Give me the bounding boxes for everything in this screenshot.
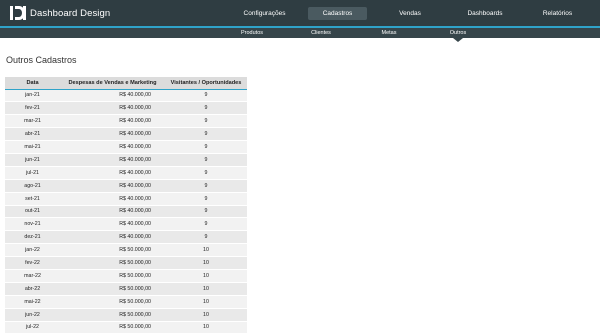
nav-item-cadastros[interactable]: Cadastros xyxy=(308,7,367,20)
table-row: nov-21 R$ 40.000,00 9 xyxy=(5,217,247,232)
cell-data[interactable]: mar-22 xyxy=(5,269,60,283)
table-header-row: Data Despesas de Vendas e Marketing Visi… xyxy=(5,77,247,90)
cell-data[interactable]: jan-21 xyxy=(5,89,60,103)
cell-visitantes[interactable]: 9 xyxy=(165,153,247,167)
cell-visitantes[interactable]: 9 xyxy=(165,179,247,193)
cell-despesas[interactable]: R$ 40.000,00 xyxy=(60,192,165,206)
nav-item-configuracoes[interactable]: Configurações xyxy=(232,7,297,20)
cell-visitantes[interactable]: 9 xyxy=(165,114,247,129)
cell-data[interactable]: jun-21 xyxy=(5,153,60,167)
cell-data[interactable]: mar-21 xyxy=(5,114,60,129)
cell-data[interactable]: abr-21 xyxy=(5,127,60,142)
table-row: dez-21 R$ 40.000,00 9 xyxy=(5,230,247,245)
cell-visitantes[interactable]: 9 xyxy=(165,127,247,142)
subnav-item-outros[interactable]: Outros xyxy=(446,29,470,37)
cell-despesas[interactable]: R$ 50.000,00 xyxy=(60,282,165,296)
table-row: mar-22 R$ 50.000,00 10 xyxy=(5,269,247,283)
column-header-data: Data xyxy=(5,77,60,90)
table-row: jun-21 R$ 40.000,00 9 xyxy=(5,153,247,167)
cell-data[interactable]: jan-22 xyxy=(5,243,60,258)
cell-despesas[interactable]: R$ 40.000,00 xyxy=(60,127,165,142)
cell-data[interactable]: abr-22 xyxy=(5,282,60,296)
nav-item-vendas[interactable]: Vendas xyxy=(390,7,430,20)
subnav-item-produtos[interactable]: Produtos xyxy=(236,29,268,37)
column-header-despesas: Despesas de Vendas e Marketing xyxy=(60,77,165,90)
cell-data[interactable]: out-21 xyxy=(5,205,60,219)
cell-visitantes[interactable]: 10 xyxy=(165,282,247,296)
cell-visitantes[interactable]: 9 xyxy=(165,217,247,232)
cell-visitantes[interactable]: 9 xyxy=(165,192,247,206)
top-navigation-bar: Dashboard Design Configurações Cadastros… xyxy=(0,0,600,26)
table-row: jun-22 R$ 50.000,00 10 xyxy=(5,308,247,322)
cell-visitantes[interactable]: 10 xyxy=(165,269,247,283)
cell-despesas[interactable]: R$ 40.000,00 xyxy=(60,89,165,103)
outros-cadastros-table: Data Despesas de Vendas e Marketing Visi… xyxy=(5,77,247,335)
cell-visitantes[interactable]: 10 xyxy=(165,321,247,335)
cell-data[interactable]: jun-22 xyxy=(5,308,60,322)
cell-despesas[interactable]: R$ 50.000,00 xyxy=(60,295,165,309)
active-subnav-pointer xyxy=(453,38,463,42)
cell-visitantes[interactable]: 10 xyxy=(165,256,247,270)
cell-data[interactable]: fev-22 xyxy=(5,256,60,270)
cell-data[interactable]: ago-21 xyxy=(5,179,60,193)
table-row: mar-21 R$ 40.000,00 9 xyxy=(5,114,247,129)
cell-visitantes[interactable]: 10 xyxy=(165,295,247,309)
cell-data[interactable]: dez-21 xyxy=(5,230,60,245)
cell-data[interactable]: jul-21 xyxy=(5,166,60,180)
cell-despesas[interactable]: R$ 50.000,00 xyxy=(60,269,165,283)
cell-visitantes[interactable]: 9 xyxy=(165,101,247,116)
cell-despesas[interactable]: R$ 40.000,00 xyxy=(60,166,165,180)
table-row: ago-21 R$ 40.000,00 9 xyxy=(5,179,247,193)
cell-despesas[interactable]: R$ 40.000,00 xyxy=(60,205,165,219)
cell-visitantes[interactable]: 10 xyxy=(165,243,247,258)
cell-despesas[interactable]: R$ 40.000,00 xyxy=(60,140,165,154)
cell-despesas[interactable]: R$ 40.000,00 xyxy=(60,101,165,116)
page-title: Outros Cadastros xyxy=(6,55,77,65)
cell-despesas[interactable]: R$ 50.000,00 xyxy=(60,308,165,322)
nav-item-relatorios[interactable]: Relatórios xyxy=(535,7,580,20)
cell-data[interactable]: nov-21 xyxy=(5,217,60,232)
table-row: abr-21 R$ 40.000,00 9 xyxy=(5,127,247,142)
table-row: fev-22 R$ 50.000,00 10 xyxy=(5,256,247,270)
cell-despesas[interactable]: R$ 40.000,00 xyxy=(60,217,165,232)
cell-despesas[interactable]: R$ 40.000,00 xyxy=(60,179,165,193)
table-row: jul-22 R$ 50.000,00 10 xyxy=(5,321,247,335)
table-row: jan-21 R$ 40.000,00 9 xyxy=(5,89,247,103)
table-row: jul-21 R$ 40.000,00 9 xyxy=(5,166,247,180)
cell-visitantes[interactable]: 9 xyxy=(165,89,247,103)
nav-item-dashboards[interactable]: Dashboards xyxy=(460,7,510,20)
cell-data[interactable]: jul-22 xyxy=(5,321,60,335)
cell-data[interactable]: set-21 xyxy=(5,192,60,206)
cell-visitantes[interactable]: 9 xyxy=(165,166,247,180)
sub-navigation-bar xyxy=(0,28,600,38)
cell-data[interactable]: mai-21 xyxy=(5,140,60,154)
cell-visitantes[interactable]: 9 xyxy=(165,205,247,219)
table-row: mai-21 R$ 40.000,00 9 xyxy=(5,140,247,154)
table-row: fev-21 R$ 40.000,00 9 xyxy=(5,101,247,116)
subnav-item-clientes[interactable]: Clientes xyxy=(306,29,336,37)
cell-despesas[interactable]: R$ 50.000,00 xyxy=(60,321,165,335)
table-row: jan-22 R$ 50.000,00 10 xyxy=(5,243,247,258)
table-row: abr-22 R$ 50.000,00 10 xyxy=(5,282,247,296)
cell-despesas[interactable]: R$ 40.000,00 xyxy=(60,114,165,129)
column-header-visitantes: Visitantes / Oportunidades xyxy=(165,77,247,90)
subnav-item-metas[interactable]: Metas xyxy=(377,29,401,37)
cell-data[interactable]: mai-22 xyxy=(5,295,60,309)
table-row: out-21 R$ 40.000,00 9 xyxy=(5,205,247,219)
cell-despesas[interactable]: R$ 40.000,00 xyxy=(60,230,165,245)
brand-name: Dashboard Design xyxy=(30,8,111,19)
table-row: set-21 R$ 40.000,00 9 xyxy=(5,192,247,206)
cell-despesas[interactable]: R$ 50.000,00 xyxy=(60,256,165,270)
cell-visitantes[interactable]: 9 xyxy=(165,140,247,154)
dashboard-logo-icon xyxy=(10,6,26,20)
cell-data[interactable]: fev-21 xyxy=(5,101,60,116)
cell-despesas[interactable]: R$ 50.000,00 xyxy=(60,243,165,258)
table-row: mai-22 R$ 50.000,00 10 xyxy=(5,295,247,309)
cell-visitantes[interactable]: 10 xyxy=(165,308,247,322)
cell-despesas[interactable]: R$ 40.000,00 xyxy=(60,153,165,167)
cell-visitantes[interactable]: 9 xyxy=(165,230,247,245)
